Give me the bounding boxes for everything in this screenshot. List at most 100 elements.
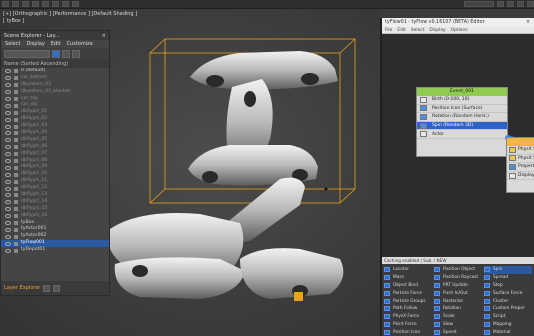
visibility-eye-icon[interactable] xyxy=(5,97,11,101)
scene-object-item[interactable]: dbflyprt_12 xyxy=(1,185,109,192)
operator-row[interactable]: Actor xyxy=(417,130,507,139)
menu-display[interactable]: Display xyxy=(26,41,44,47)
menu-select[interactable]: Select xyxy=(411,28,425,33)
scene-object-item[interactable]: dbflyprt_10 xyxy=(1,171,109,178)
layer-icon[interactable] xyxy=(62,50,70,58)
event-002[interactable]: PhysX S PhysX Sh Propert Display xyxy=(506,137,534,193)
scene-object-item[interactable]: tyActor001 xyxy=(1,226,109,233)
scene-object-item[interactable]: tyDepot01 xyxy=(1,247,109,254)
scene-object-item[interactable]: tyBox xyxy=(1,220,109,227)
tyflow-editor-titlebar[interactable]: tyFlow01 - tyFlow v0.16107 (BETA) Editor… xyxy=(382,18,534,27)
layers-icon[interactable] xyxy=(43,284,51,292)
depot-operator[interactable]: Slow xyxy=(434,321,484,329)
freeze-icon[interactable] xyxy=(53,284,61,292)
event-001[interactable]: Event_001 Birth (0-100, 10) Position Icon… xyxy=(416,87,511,157)
redo-icon[interactable] xyxy=(12,1,19,7)
select-icon[interactable] xyxy=(42,1,49,7)
depot-operator[interactable]: PRT Update xyxy=(434,282,484,290)
scene-object-item[interactable]: dbflyprt_01 xyxy=(1,109,109,116)
depot-operator[interactable]: Material xyxy=(484,328,532,336)
scene-explorer-titlebar[interactable]: Scene Explorer - Lay... × xyxy=(1,31,109,40)
render-icon[interactable] xyxy=(527,1,534,7)
visibility-eye-icon[interactable] xyxy=(5,227,11,232)
menu-edit[interactable]: Edit xyxy=(51,41,61,47)
align-icon[interactable] xyxy=(517,1,524,7)
operator-row[interactable]: PhysX S xyxy=(507,146,534,155)
snap-icon[interactable] xyxy=(497,1,504,7)
depot-operator[interactable]: Spread xyxy=(484,274,532,282)
operator-row[interactable]: Birth (0-100, 10) xyxy=(417,96,507,105)
scene-object-item[interactable]: dbflyprt_05 xyxy=(1,137,109,144)
visibility-eye-icon[interactable] xyxy=(5,145,11,150)
particle-icon-gizmo[interactable] xyxy=(294,292,303,301)
depot-operator[interactable]: Position Raycast xyxy=(434,274,484,282)
mirror-icon[interactable] xyxy=(507,1,514,7)
depot-operator[interactable]: Locator xyxy=(384,266,434,274)
depot-operator[interactable]: Surface Force xyxy=(484,289,532,297)
depot-operator[interactable]: Point Force xyxy=(384,321,434,329)
scene-object-item[interactable]: dbflyprt_09 xyxy=(1,164,109,171)
scene-object-item[interactable]: dbflyprt_13 xyxy=(1,192,109,199)
visibility-eye-icon[interactable] xyxy=(5,131,11,136)
visibility-eye-icon[interactable] xyxy=(5,152,11,157)
depot-operator[interactable]: Particle Groups xyxy=(384,297,434,305)
operator-row[interactable]: Display xyxy=(507,172,534,181)
visibility-eye-icon[interactable] xyxy=(5,200,11,205)
menu-select[interactable]: Select xyxy=(5,41,20,47)
event-2-header[interactable] xyxy=(507,138,534,146)
scene-object-item[interactable]: dbytelom_03_blanket xyxy=(1,89,109,96)
scene-object-item[interactable]: 0 (default) xyxy=(1,68,109,75)
scene-object-item[interactable]: dbflyprt_02 xyxy=(1,116,109,123)
depot-operator[interactable]: Scale xyxy=(434,313,484,321)
depot-operator[interactable]: Position Object xyxy=(434,266,484,274)
visibility-eye-icon[interactable] xyxy=(5,179,11,184)
scene-object-item[interactable]: car_obj xyxy=(1,102,109,109)
visibility-eye-icon[interactable] xyxy=(5,83,11,88)
operator-row[interactable]: Propert xyxy=(507,163,534,172)
menu-options[interactable]: Options xyxy=(451,28,468,33)
scene-object-item[interactable]: car_bottom xyxy=(1,75,109,82)
scene-object-item[interactable]: dbflyprt_07 xyxy=(1,151,109,158)
visibility-eye-icon[interactable] xyxy=(5,248,11,253)
visibility-eye-icon[interactable] xyxy=(5,186,11,191)
visibility-eye-icon[interactable] xyxy=(5,207,11,212)
menu-edit[interactable]: Edit xyxy=(397,28,406,33)
scene-object-item[interactable]: car_top xyxy=(1,96,109,103)
search-field[interactable] xyxy=(4,50,50,58)
operator-row[interactable]: Rotation (Random Horiz.) xyxy=(417,113,507,122)
viewport-label[interactable]: [+] [Orthographic ] [Performance ] [Defa… xyxy=(3,11,137,17)
depot-operator[interactable]: Stop xyxy=(484,282,532,290)
depot-operator[interactable]: Rotation xyxy=(434,305,484,313)
menu-display[interactable]: Display xyxy=(429,28,445,33)
visibility-eye-icon[interactable] xyxy=(5,117,11,122)
unlink-icon[interactable] xyxy=(32,1,39,7)
scale-icon[interactable] xyxy=(72,1,79,7)
depot-operator[interactable]: Cluster xyxy=(484,297,532,305)
scene-object-item[interactable]: dbflyprt_08 xyxy=(1,158,109,165)
visibility-eye-icon[interactable] xyxy=(5,138,11,143)
visibility-eye-icon[interactable] xyxy=(5,165,11,170)
scene-object-item[interactable]: dbflyprt_14 xyxy=(1,199,109,206)
menu-file[interactable]: File xyxy=(385,28,392,33)
filter-icon[interactable] xyxy=(52,50,60,58)
operator-row[interactable]: Spin (Random 3D) xyxy=(417,121,507,131)
visibility-eye-icon[interactable] xyxy=(5,90,11,95)
scene-object-item[interactable]: tyActor002 xyxy=(1,233,109,240)
depot-operator[interactable]: Particle Force xyxy=(384,289,434,297)
flow-graph-canvas[interactable]: Event_001 Birth (0-100, 10) Position Icon… xyxy=(382,34,534,274)
undo-icon[interactable] xyxy=(2,1,9,7)
depot-operator[interactable]: Custom Proper xyxy=(484,305,532,313)
visibility-eye-icon[interactable] xyxy=(5,241,11,246)
visibility-eye-icon[interactable] xyxy=(5,76,11,81)
close-icon[interactable]: × xyxy=(526,20,530,25)
depot-operator[interactable]: Rasterize xyxy=(434,297,484,305)
scene-object-item[interactable]: dbflyprt_16 xyxy=(1,213,109,220)
hierarchy-icon[interactable] xyxy=(72,50,80,58)
visibility-eye-icon[interactable] xyxy=(5,110,11,115)
depot-operator[interactable]: Mass xyxy=(384,274,434,282)
sort-header[interactable]: Name (Sorted Ascending) xyxy=(1,60,109,68)
depot-operator[interactable]: Script xyxy=(484,313,532,321)
scene-object-item[interactable]: dbytelom_03 xyxy=(1,82,109,89)
operator-row[interactable]: PhysX Sh xyxy=(507,155,534,164)
rotate-icon[interactable] xyxy=(62,1,69,7)
